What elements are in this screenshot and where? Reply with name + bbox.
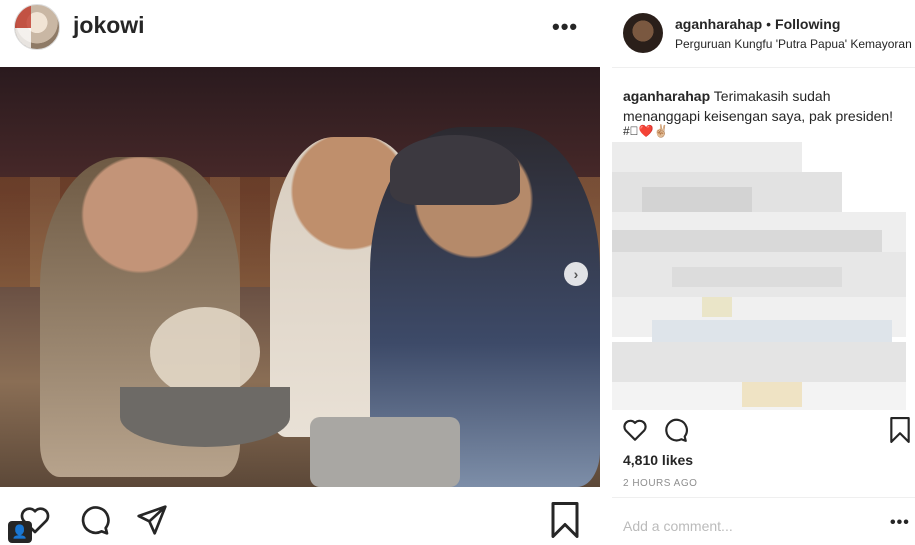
photo-wok (120, 387, 290, 447)
blurred-comments (612, 142, 906, 410)
comment-icon[interactable] (78, 503, 112, 537)
bookmark-icon[interactable] (883, 413, 915, 447)
avatar[interactable] (623, 13, 663, 53)
caption-emojis: #🏽❤️✌🏼 (623, 124, 669, 138)
flag-decoration (15, 5, 31, 49)
caption-username[interactable]: aganharahap (623, 88, 710, 104)
avatar[interactable] (14, 4, 60, 50)
location-link[interactable]: Perguruan Kungfu 'Putra Papua' Kemayoran (675, 37, 912, 51)
caption: aganharahap Terimakasih sudah menanggapi… (623, 86, 908, 126)
sidebar-user-line: aganharahap • Following (675, 16, 840, 32)
photo-pot (310, 417, 460, 487)
post-actions (0, 495, 600, 545)
post-header: jokowi ••• (0, 0, 600, 55)
more-options-icon[interactable]: ••• (552, 14, 578, 40)
sidebar-username[interactable]: aganharahap (675, 16, 762, 32)
post-username[interactable]: jokowi (73, 12, 145, 39)
next-photo-button[interactable]: › (564, 262, 588, 286)
divider (612, 497, 915, 498)
share-icon[interactable] (135, 503, 169, 537)
post-sidebar: aganharahap • Following Perguruan Kungfu '… (612, 0, 915, 545)
photo-noodles (150, 307, 260, 397)
photo-cap (390, 135, 520, 205)
sidebar-header: aganharahap • Following Perguruan Kungfu '… (612, 0, 915, 68)
likes-count[interactable]: 4,810 likes (623, 452, 693, 468)
more-options-icon[interactable]: ••• (890, 514, 910, 532)
heart-icon[interactable] (618, 413, 652, 447)
sidebar-actions (612, 415, 915, 447)
post-timestamp: 2 HOURS AGO (623, 478, 698, 489)
tagged-people-icon[interactable]: 👤 (8, 521, 32, 543)
post-photo[interactable] (0, 67, 600, 487)
separator-dot: • (766, 16, 772, 32)
comment-icon[interactable] (659, 413, 693, 447)
following-button[interactable]: Following (775, 16, 840, 32)
comment-input[interactable] (623, 516, 873, 536)
bookmark-icon[interactable] (548, 502, 582, 538)
post-panel: jokowi ••• › 👤 (0, 0, 600, 545)
